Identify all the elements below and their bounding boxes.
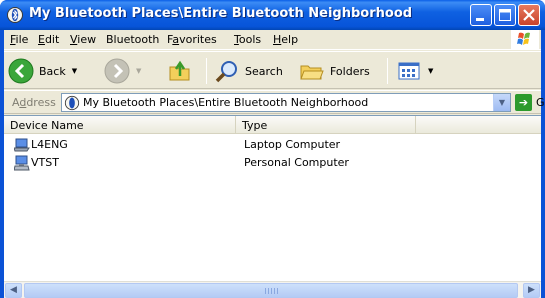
column-header-row: Device Name Type: [4, 116, 541, 134]
window-frame-right: [541, 30, 545, 298]
windows-logo-icon: [511, 30, 539, 50]
scroll-left-button[interactable]: ◀: [5, 283, 22, 298]
views-button[interactable]: ▼: [396, 56, 433, 86]
views-dropdown-icon[interactable]: ▼: [428, 67, 433, 75]
device-name: VTST: [31, 156, 59, 169]
title-bar[interactable]: My Bluetooth Places\Entire Bluetooth Nei…: [0, 0, 545, 30]
up-folder-button[interactable]: [167, 56, 193, 86]
views-icon: [398, 62, 420, 80]
laptop-computer-icon: [14, 138, 30, 152]
personal-computer-icon: [14, 155, 30, 171]
address-bar: Address My Bluetooth Places\Entire Bluet…: [4, 90, 545, 114]
list-item[interactable]: L4ENG Laptop Computer: [4, 136, 541, 154]
device-name: L4ENG: [31, 138, 68, 151]
list-item[interactable]: VTST Personal Computer: [4, 154, 541, 172]
forward-dropdown-icon[interactable]: ▼: [136, 67, 141, 75]
folders-button[interactable]: Folders: [299, 56, 370, 86]
scrollbar-thumb[interactable]: [24, 283, 518, 298]
back-button[interactable]: Back ▼: [8, 56, 77, 86]
go-arrow-icon: ➔: [515, 94, 532, 111]
explorer-window: My Bluetooth Places\Entire Bluetooth Nei…: [0, 0, 545, 298]
minimize-icon: [476, 18, 484, 21]
forward-button[interactable]: ▼: [104, 56, 141, 86]
menu-file[interactable]: File: [10, 33, 28, 46]
toolbar-separator: [206, 58, 207, 84]
close-icon: [523, 9, 535, 21]
menu-bluetooth[interactable]: Bluetooth: [106, 33, 159, 46]
menu-tools[interactable]: Tools: [234, 33, 261, 46]
bluetooth-places-icon: [7, 7, 23, 23]
address-label: Address: [12, 96, 56, 109]
column-header-type[interactable]: Type: [236, 116, 416, 134]
menu-help[interactable]: Help: [273, 33, 298, 46]
menu-favorites[interactable]: Favorites: [167, 33, 217, 46]
address-dropdown-icon[interactable]: ▼: [493, 94, 510, 111]
maximize-icon: [499, 9, 511, 21]
back-label: Back: [39, 64, 66, 78]
device-list[interactable]: Device Name Type L4ENG Laptop Computer V…: [4, 115, 541, 298]
folders-label: Folders: [330, 64, 370, 78]
device-type: Laptop Computer: [244, 138, 341, 151]
column-header-device-name[interactable]: Device Name: [4, 116, 236, 134]
close-button[interactable]: [518, 4, 540, 26]
up-folder-icon: [169, 60, 190, 81]
search-label: Search: [245, 64, 283, 78]
folders-icon: [300, 65, 324, 80]
address-value: My Bluetooth Places\Entire Bluetooth Nei…: [83, 96, 369, 109]
go-label: Go: [536, 96, 545, 109]
search-button[interactable]: Search: [214, 56, 283, 86]
menu-edit[interactable]: Edit: [38, 33, 59, 46]
client-area: File Edit View Bluetooth Favorites Tools…: [4, 30, 545, 298]
back-arrow-icon: [8, 58, 34, 84]
device-type: Personal Computer: [244, 156, 349, 169]
menu-bar: File Edit View Bluetooth Favorites Tools…: [4, 30, 541, 50]
search-icon: [215, 61, 237, 83]
back-dropdown-icon[interactable]: ▼: [72, 67, 77, 75]
menu-view[interactable]: View: [70, 33, 96, 46]
standard-toolbar: Back ▼ ▼ Search Folders ▼: [4, 51, 541, 89]
minimize-button[interactable]: [470, 4, 492, 26]
scroll-right-button[interactable]: ▶: [523, 283, 540, 298]
address-input[interactable]: My Bluetooth Places\Entire Bluetooth Nei…: [61, 93, 511, 112]
window-title: My Bluetooth Places\Entire Bluetooth Nei…: [29, 6, 413, 21]
forward-arrow-icon: [104, 58, 130, 84]
horizontal-scrollbar[interactable]: ◀ ▶: [4, 281, 541, 298]
bluetooth-places-icon: [64, 95, 80, 111]
scrollbar-grip-icon: [265, 288, 279, 294]
toolbar-separator: [387, 58, 388, 84]
go-button[interactable]: ➔ Go: [515, 94, 545, 111]
maximize-button[interactable]: [494, 4, 516, 26]
